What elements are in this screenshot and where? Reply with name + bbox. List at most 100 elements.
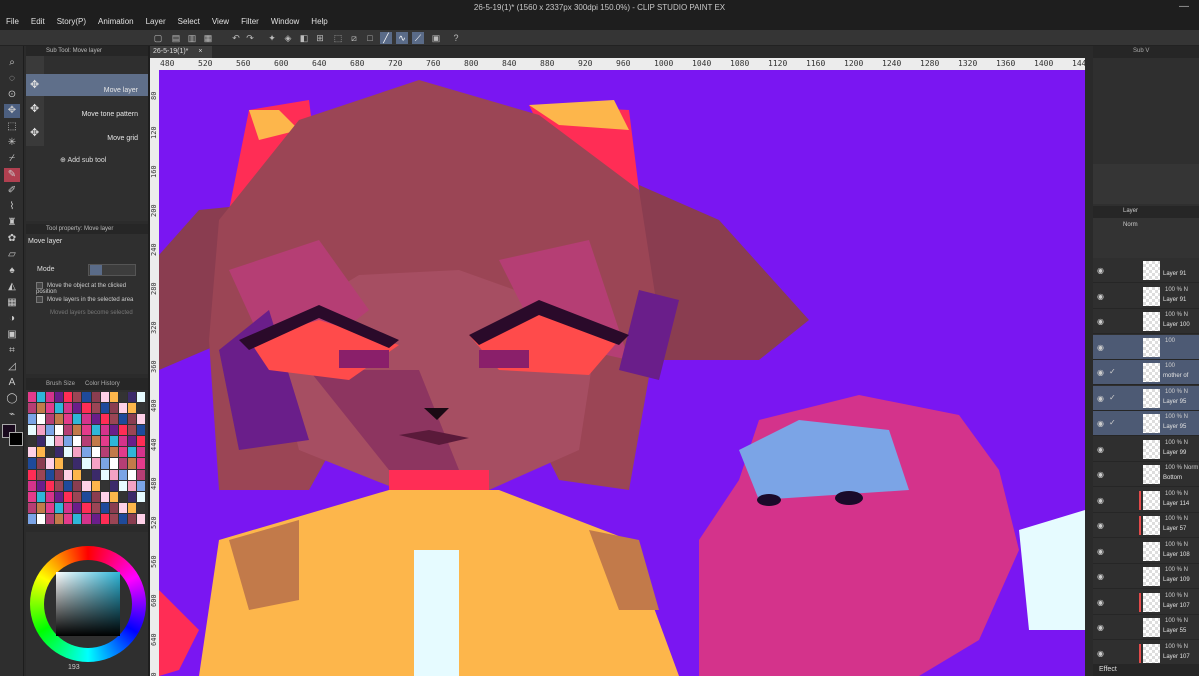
print-icon[interactable]: ▦ [202,32,214,44]
color-swatch[interactable] [37,414,46,425]
menu-layer[interactable]: Layer [146,16,166,30]
color-swatch[interactable] [28,480,37,491]
color-swatch[interactable] [73,458,82,469]
color-swatch[interactable] [82,480,91,491]
layer-thumbnail[interactable] [1143,465,1160,484]
lasso-icon[interactable]: ◌ [4,72,20,86]
color-swatch[interactable] [118,458,127,469]
color-swatch[interactable] [55,480,64,491]
clear-icon[interactable]: ✦ [266,32,278,44]
color-swatch[interactable] [100,469,109,480]
color-swatch[interactable] [37,458,46,469]
menu-select[interactable]: Select [178,16,200,30]
color-swatch[interactable] [82,491,91,502]
color-swatch[interactable] [28,447,37,458]
color-swatch[interactable] [82,447,91,458]
checkbox[interactable] [36,296,43,303]
color-swatch[interactable] [46,447,55,458]
minimize-button[interactable]: — [1179,1,1189,12]
color-swatch[interactable] [28,491,37,502]
layer-thumbnail[interactable] [1143,414,1160,433]
color-swatch[interactable] [100,491,109,502]
layer-row[interactable]: ◉ 100 % N Layer 109 [1093,564,1199,589]
document-tab[interactable]: 26-5-19(1)* × [150,46,212,58]
color-swatch[interactable] [82,469,91,480]
color-swatch[interactable] [136,491,145,502]
color-swatch[interactable] [127,502,136,513]
color-swatch[interactable] [55,469,64,480]
close-tab-icon[interactable]: × [198,48,202,55]
color-swatch[interactable] [82,502,91,513]
option-move-clicked-object[interactable]: Move the object at the clicked position [36,282,148,295]
color-swatch[interactable] [46,414,55,425]
color-swatch[interactable] [127,436,136,447]
color-wheel[interactable] [30,546,146,662]
color-swatch[interactable] [127,513,136,524]
color-swatch[interactable] [37,480,46,491]
color-swatch[interactable] [109,403,118,414]
text-icon[interactable]: A [4,376,20,390]
gradient-icon[interactable]: ▦ [4,296,20,310]
layer-row[interactable]: ◉ 100 % N Layer 99 [1093,437,1199,462]
color-swatch[interactable] [100,502,109,513]
option-move-selected-area[interactable]: Move layers in the selected area [36,296,133,303]
color-swatch[interactable] [100,458,109,469]
color-swatch[interactable] [91,403,100,414]
color-swatch[interactable] [28,436,37,447]
color-swatch[interactable] [109,502,118,513]
color-swatch[interactable] [100,425,109,436]
layer-thumbnail[interactable] [1143,363,1160,382]
layer-row[interactable]: ◉ 100 % Norm Bottom [1093,462,1199,487]
layer-row[interactable]: ◉ 100 % N Layer 57 [1093,513,1199,538]
color-swatch[interactable] [46,491,55,502]
color-swatch[interactable] [37,425,46,436]
color-swatch[interactable] [82,392,91,403]
decoration-icon[interactable]: ✿ [4,232,20,246]
layer-thumbnail[interactable] [1143,643,1160,663]
color-swatch[interactable] [64,425,73,436]
eye-icon[interactable]: ◉ [1097,521,1104,530]
color-swatch[interactable] [37,392,46,403]
color-swatch[interactable] [64,513,73,524]
color-swatch[interactable] [118,392,127,403]
tab-brush-size[interactable]: Brush Size [46,378,75,390]
menu-animation[interactable]: Animation [98,16,134,30]
menu-file[interactable]: File [6,16,19,30]
color-swatch[interactable] [64,458,73,469]
color-swatch[interactable] [118,414,127,425]
color-swatch[interactable] [109,392,118,403]
eye-icon[interactable]: ◉ [1097,317,1104,326]
correct-line-icon[interactable]: ⌁ [4,408,20,422]
color-swatch[interactable] [82,458,91,469]
layer-thumbnail[interactable] [1143,388,1160,408]
color-swatch[interactable] [73,469,82,480]
eye-icon[interactable]: ◉ [1097,572,1104,581]
color-swatch[interactable] [136,513,145,524]
new-canvas-icon[interactable]: ▢ [152,32,164,44]
color-swatch[interactable] [109,491,118,502]
color-swatch[interactable] [91,425,100,436]
color-swatch[interactable] [118,513,127,524]
layer-row[interactable]: ◉ 100 % N Layer 107 [1093,590,1199,615]
check-icon[interactable]: ✓ [1109,367,1116,376]
menu-view[interactable]: View [212,16,229,30]
color-swatch[interactable] [82,513,91,524]
color-swatch[interactable] [73,392,82,403]
color-swatch[interactable] [91,447,100,458]
menu-help[interactable]: Help [311,16,327,30]
subview-tab[interactable]: Sub V [1133,48,1149,54]
color-swatch[interactable] [55,447,64,458]
color-swatch[interactable] [100,480,109,491]
eye-icon[interactable]: ◉ [1097,368,1104,377]
tab-layer[interactable]: Layer [1123,208,1138,214]
color-swatch[interactable] [46,403,55,414]
operation-icon[interactable]: ⌗ [4,344,20,358]
layer-thumbnail[interactable] [1143,337,1160,357]
color-swatch[interactable] [37,469,46,480]
color-swatch[interactable] [55,513,64,524]
color-swatch[interactable] [136,480,145,491]
color-swatch[interactable] [100,513,109,524]
color-swatch[interactable] [136,425,145,436]
ruler-icon[interactable]: ◿ [4,360,20,374]
color-swatch[interactable] [55,425,64,436]
